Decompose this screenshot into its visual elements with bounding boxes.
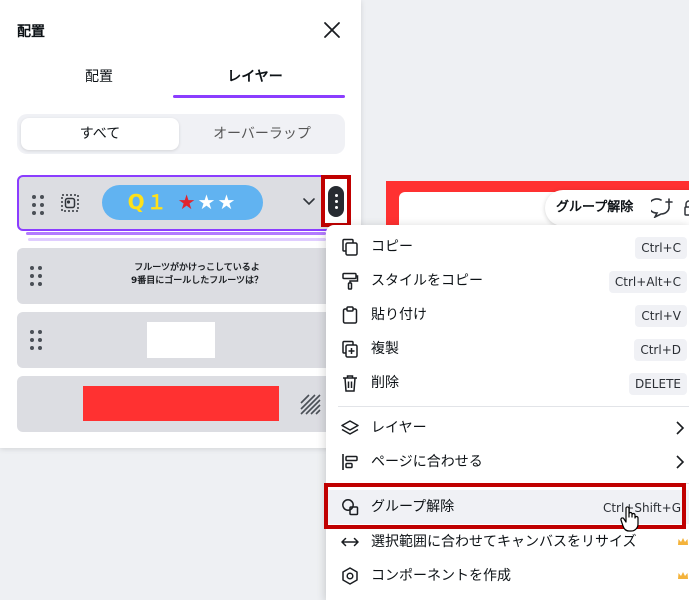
shortcut-badge: DELETE (628, 373, 687, 395)
menu-item-align-to-page[interactable]: ページに合わせる (326, 445, 689, 479)
tab-arrange[interactable]: 配置 (17, 64, 181, 98)
filter-all-button[interactable]: すべて (21, 118, 179, 150)
add-comment-icon[interactable] (651, 198, 673, 218)
close-panel-button[interactable] (321, 19, 343, 41)
chevron-right-icon (676, 455, 685, 469)
menu-label: ページに合わせる (371, 454, 483, 470)
active-tab-indicator (173, 95, 345, 98)
thumbnail-q-text: Q１ (127, 190, 169, 214)
trash-icon (343, 375, 357, 392)
tab-layers[interactable]: レイヤー (173, 64, 337, 98)
menu-label: レイヤー (371, 420, 427, 436)
paint-roller-icon (342, 272, 359, 290)
toolbar-ungroup-button[interactable]: グループ解除 (556, 190, 633, 226)
close-icon (324, 22, 340, 38)
layer-more-button[interactable] (321, 175, 351, 227)
shortcut-badge: Ctrl+C (635, 237, 687, 259)
floating-toolbar: グループ解除 (545, 190, 689, 226)
crown-icon (678, 572, 688, 579)
resize-arrows-icon (341, 537, 359, 547)
menu-label: スタイルをコピー (371, 273, 483, 289)
menu-label: コンポーネントを作成 (371, 568, 511, 584)
component-icon (342, 567, 358, 585)
panel-tabs: 配置 レイヤー (17, 64, 345, 98)
layer-item-white-shape[interactable] (17, 312, 345, 368)
menu-item-duplicate[interactable]: 複製 Ctrl+D (326, 332, 689, 366)
layer-item-red-shape[interactable] (17, 376, 345, 432)
white-shape-thumbnail (147, 322, 215, 358)
group-icon (61, 194, 79, 212)
shortcut-badge: Ctrl+V (635, 305, 687, 327)
drag-handle-icon[interactable] (29, 266, 43, 286)
menu-label: 削除 (371, 375, 399, 391)
text-line-1: フルーツがかけっこしているよ (134, 263, 260, 273)
chevron-right-icon (676, 421, 685, 435)
filter-overlap-button[interactable]: オーバーラップ (183, 118, 341, 150)
layer-item-text[interactable]: フルーツがかけっこしているよ 9番目にゴールしたフルーツは？ (17, 248, 345, 304)
clipboard-icon (342, 306, 358, 324)
menu-divider (338, 406, 689, 407)
align-icon (342, 454, 358, 470)
transparency-pattern-icon (300, 394, 321, 415)
shortcut-badge: Ctrl+D (634, 339, 687, 361)
hand-cursor-icon (620, 506, 639, 532)
menu-item-paste[interactable]: 貼り付け Ctrl+V (326, 298, 689, 332)
menu-item-layer[interactable]: レイヤー (326, 411, 689, 445)
menu-label: 貼り付け (371, 307, 427, 323)
text-line-2: 9番目にゴールしたフルーツは？ (130, 276, 264, 286)
menu-label: 選択範囲に合わせてキャンバスをリサイズ (371, 534, 637, 550)
group-thumbnail: Q１ ★★★ (102, 185, 263, 220)
menu-label: コピー (371, 239, 413, 255)
menu-item-copy-style[interactable]: スタイルをコピー Ctrl+Alt+C (326, 264, 689, 298)
text-layer-preview: フルーツがかけっこしているよ 9番目にゴールしたフルーツは？ (87, 262, 307, 288)
drag-handle-icon[interactable] (31, 195, 45, 215)
menu-label: 複製 (371, 341, 399, 357)
context-menu: コピー Ctrl+C スタイルをコピー Ctrl+Alt+C 貼り付け Ctrl… (326, 225, 689, 600)
panel-title: 配置 (17, 24, 45, 40)
drag-handle-icon[interactable] (29, 330, 43, 350)
shortcut-badge: Ctrl+Alt+C (608, 271, 687, 293)
thumbnail-white-stars: ★★ (197, 190, 238, 214)
copy-icon (342, 238, 358, 256)
menu-item-copy[interactable]: コピー Ctrl+C (326, 230, 689, 264)
layer-item-group[interactable]: Q１ ★★★ (17, 175, 351, 231)
chevron-down-icon[interactable] (301, 193, 317, 209)
more-vertical-icon (328, 186, 344, 217)
arrange-panel: 配置 配置 レイヤー すべて オーバーラップ Q１ ★★★ フルーツがかけっこし… (0, 0, 361, 448)
layers-icon (341, 420, 359, 435)
group-children-indicator (26, 232, 336, 241)
lock-icon[interactable] (684, 200, 689, 216)
crown-icon (678, 538, 688, 545)
duplicate-icon (342, 340, 358, 358)
menu-item-delete[interactable]: 削除 DELETE (326, 366, 689, 400)
red-shape-thumbnail (83, 386, 279, 421)
layer-filter-toggle: すべて オーバーラップ (17, 114, 345, 154)
thumbnail-red-star: ★ (177, 190, 198, 214)
menu-item-create-component[interactable]: コンポーネントを作成 (326, 559, 689, 593)
